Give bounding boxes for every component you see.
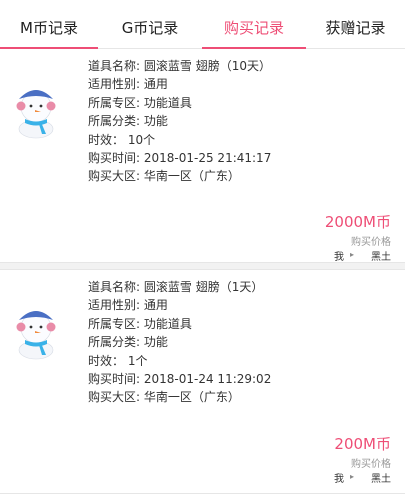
zone-label: 所属专区:: [88, 316, 141, 331]
region-row: 购买大区: 华南一区（广东）: [88, 388, 271, 406]
tab-purchase-records[interactable]: 购买记录: [202, 0, 306, 49]
arrow-right-icon: ▸: [350, 250, 355, 259]
snowman-icon: [16, 90, 56, 139]
purchase-record[interactable]: 道具名称: 圆滚蓝雪 翅膀（1天） 适用性别: 通用 所属专区: 功能道具 所属…: [0, 270, 405, 492]
purchase-time-label: 购买时间:: [88, 372, 141, 387]
category-value: 功能: [143, 114, 168, 129]
buyer-name: 我: [334, 474, 344, 485]
gender-label: 适用性别:: [88, 298, 141, 313]
item-name-row: 道具名称: 圆滚蓝雪 翅膀（1天）: [88, 278, 271, 296]
item-name-label: 道具名称:: [88, 280, 141, 294]
tab-label: G币记录: [121, 19, 179, 37]
tab-label: 购买记录: [223, 19, 284, 37]
snowman-icon: [16, 311, 56, 360]
record-tabs: M币记录 G币记录 购买记录 获赠记录: [0, 0, 405, 49]
tab-label: 获赠记录: [325, 19, 386, 37]
purchase-price: 200M币: [334, 435, 391, 453]
region-label: 购买大区:: [88, 169, 141, 184]
duration-row: 时效： 10个: [88, 131, 271, 149]
category-label: 所属分类:: [88, 114, 141, 129]
purchase-time-row: 购买时间: 2018-01-25 21:41:17: [88, 149, 271, 167]
region-label: 购买大区:: [88, 390, 141, 405]
purchase-time-label: 购买时间:: [88, 151, 141, 166]
category-row: 所属分类: 功能: [88, 112, 271, 130]
record-separator: [0, 262, 405, 270]
duration-label: 时效：: [88, 132, 125, 147]
tab-g-coin-records[interactable]: G币记录: [98, 0, 202, 48]
buyer-name: 我: [334, 252, 344, 263]
region-value: 华南一区（广东）: [143, 390, 240, 405]
purchase-record[interactable]: 道具名称: 圆滚蓝雪 翅膀（10天） 适用性别: 通用 所属专区: 功能道具 所…: [0, 49, 405, 263]
record-info: 道具名称: 圆滚蓝雪 翅膀（10天） 适用性别: 通用 所属专区: 功能道具 所…: [88, 57, 271, 186]
category-label: 所属分类:: [88, 335, 141, 350]
region-value: 华南一区（广东）: [143, 169, 240, 184]
recipient-name: 黑土: [371, 252, 391, 263]
zone-row: 所属专区: 功能道具: [88, 94, 271, 112]
item-name-label: 道具名称:: [88, 59, 141, 73]
zone-value: 功能道具: [143, 95, 192, 110]
category-value: 功能: [143, 335, 168, 350]
duration-value: 10个: [127, 132, 156, 147]
gender-row: 适用性别: 通用: [88, 75, 271, 93]
item-name: 圆滚蓝雪 翅膀（10天）: [143, 59, 271, 73]
recipient-name: 黑土: [371, 474, 391, 485]
gender-label: 适用性别:: [88, 77, 141, 92]
purchase-time-row: 购买时间: 2018-01-24 11:29:02: [88, 370, 271, 388]
purchase-price-label: 购买价格: [351, 237, 391, 248]
duration-label: 时效：: [88, 353, 125, 368]
purchase-time-value: 2018-01-24 11:29:02: [143, 372, 272, 387]
item-name-row: 道具名称: 圆滚蓝雪 翅膀（10天）: [88, 57, 271, 75]
list-bottom-divider: [0, 493, 405, 494]
zone-value: 功能道具: [143, 316, 192, 331]
item-name: 圆滚蓝雪 翅膀（1天）: [143, 280, 264, 294]
gender-value: 通用: [143, 77, 168, 92]
purchase-time-value: 2018-01-25 21:41:17: [143, 151, 272, 166]
tab-m-coin-records[interactable]: M币记录: [0, 0, 98, 49]
duration-row: 时效： 1个: [88, 352, 271, 370]
purchase-price: 2000M币: [324, 213, 391, 231]
zone-row: 所属专区: 功能道具: [88, 315, 271, 333]
tab-label: M币记录: [20, 19, 78, 37]
gender-value: 通用: [143, 298, 168, 313]
category-row: 所属分类: 功能: [88, 333, 271, 351]
record-info: 道具名称: 圆滚蓝雪 翅膀（1天） 适用性别: 通用 所属专区: 功能道具 所属…: [88, 278, 271, 407]
tab-gift-records[interactable]: 获赠记录: [306, 0, 405, 48]
duration-value: 1个: [127, 353, 148, 368]
gender-row: 适用性别: 通用: [88, 296, 271, 314]
purchase-price-label: 购买价格: [351, 459, 391, 470]
zone-label: 所属专区:: [88, 95, 141, 110]
region-row: 购买大区: 华南一区（广东）: [88, 167, 271, 185]
arrow-right-icon: ▸: [350, 472, 355, 481]
